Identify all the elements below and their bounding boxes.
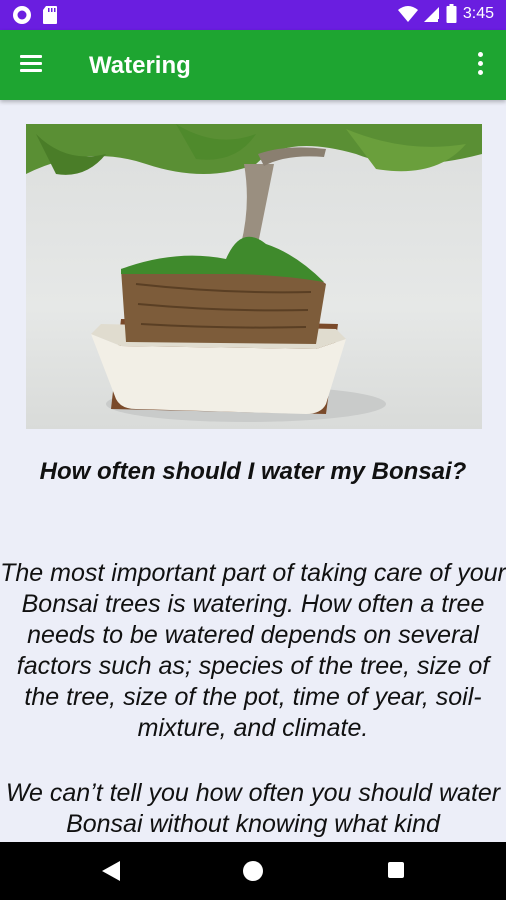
article-question: How often should I water my Bonsai?	[39, 458, 467, 485]
recents-icon[interactable]	[388, 862, 404, 878]
page-title: Watering	[89, 52, 191, 79]
menu-icon	[20, 55, 50, 72]
back-icon[interactable]	[100, 859, 122, 883]
home-icon[interactable]	[243, 861, 263, 881]
article-paragraph-2: We can’t tell you how often you should w…	[5, 779, 501, 838]
app-bar: Watering	[0, 30, 506, 100]
sd-card-icon	[43, 6, 57, 24]
status-right-icons: 3:45	[397, 4, 494, 24]
overflow-menu-button[interactable]	[468, 52, 492, 80]
navigation-bar	[0, 842, 506, 900]
app-indicator-icon	[13, 6, 31, 24]
more-vert-icon	[477, 52, 483, 57]
bonsai-image	[26, 124, 482, 429]
signal-icon	[423, 7, 440, 22]
menu-button[interactable]	[20, 51, 50, 79]
battery-icon	[446, 4, 457, 23]
status-bar: 3:45	[0, 0, 506, 30]
article-content[interactable]: How often should I water my Bonsai? The …	[0, 100, 506, 842]
status-left-icons	[12, 5, 58, 25]
status-time: 3:45	[462, 5, 494, 22]
article-paragraph-1: The most important part of taking care o…	[0, 559, 506, 742]
wifi-icon	[397, 6, 418, 22]
